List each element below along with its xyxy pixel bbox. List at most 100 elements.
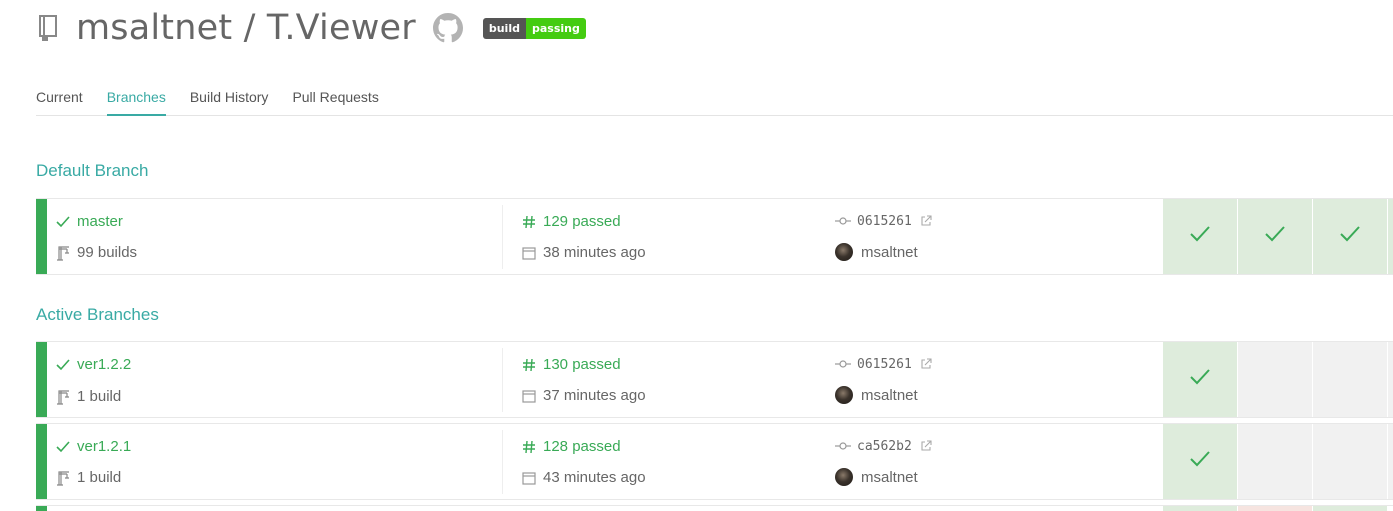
badge-value: passing [525, 17, 586, 39]
author-cell: msaltnet [835, 243, 918, 261]
badge-label: build [482, 17, 526, 39]
branch-name-cell[interactable]: master [55, 213, 123, 230]
check-icon [55, 357, 71, 373]
branch-name[interactable]: master [77, 213, 123, 230]
build-tile-fail[interactable] [1238, 506, 1312, 511]
crane-icon [55, 470, 71, 486]
build-tile-empty [1388, 342, 1393, 417]
hash-icon [521, 214, 537, 230]
crane-icon [55, 245, 71, 261]
repo-header: msaltnet / T.Viewer build passing [36, 6, 586, 50]
tab-bar: Current Branches Build History Pull Requ… [36, 84, 1393, 116]
build-time-cell: 38 minutes ago [521, 244, 646, 261]
build-tile-pass[interactable] [1163, 199, 1237, 274]
avatar [835, 386, 853, 404]
author-name: msaltnet [861, 386, 918, 404]
status-stripe [36, 506, 47, 511]
check-icon [1190, 226, 1210, 247]
author-cell: msaltnet [835, 386, 918, 404]
build-status-badge[interactable]: build passing [482, 17, 586, 39]
build-tile-pass[interactable] [1163, 424, 1237, 499]
commit-icon [835, 356, 851, 372]
builds-count: 99 builds [77, 244, 138, 261]
branch-row-master[interactable]: master 99 builds 129 passed 38 minutes a… [36, 198, 1393, 275]
commit-icon [835, 438, 851, 454]
build-tile-pass[interactable] [1163, 342, 1237, 417]
avatar [835, 243, 853, 261]
build-tile-pass[interactable] [1238, 199, 1312, 274]
status-stripe [36, 424, 47, 499]
default-branch-heading: Default Branch [36, 161, 149, 180]
build-tile-pass[interactable] [1313, 199, 1387, 274]
build-time: 43 minutes ago [543, 469, 646, 486]
build-tile-empty [1388, 424, 1393, 499]
build-time: 37 minutes ago [543, 387, 646, 404]
build-time: 38 minutes ago [543, 244, 646, 261]
builds-count: 1 build [77, 388, 122, 405]
check-icon [1190, 369, 1210, 390]
builds-count-cell: 1 build [55, 388, 121, 405]
check-icon [1265, 226, 1285, 247]
row-divider [502, 205, 503, 269]
calendar-icon [521, 388, 537, 404]
build-status-cell[interactable]: 128 passed [521, 438, 621, 455]
check-icon [55, 214, 71, 230]
commit-icon [835, 213, 851, 229]
build-time-cell: 43 minutes ago [521, 469, 646, 486]
branch-row-ver1-2-1[interactable]: ver1.2.1 1 build 128 passed 43 minutes a… [36, 423, 1393, 500]
author-name: msaltnet [861, 468, 918, 486]
build-time-cell: 37 minutes ago [521, 387, 646, 404]
calendar-icon [521, 470, 537, 486]
commit-sha[interactable]: 0615261 [857, 357, 912, 372]
check-icon [1340, 226, 1360, 247]
branch-name[interactable]: ver1.2.2 [77, 356, 131, 373]
build-tile-pass[interactable] [1313, 506, 1387, 511]
external-link-icon[interactable] [918, 356, 934, 372]
external-link-icon[interactable] [918, 213, 934, 229]
branch-name-cell[interactable]: ver1.2.2 [55, 356, 131, 373]
branch-name-cell[interactable]: ver1.2.1 [55, 438, 131, 455]
build-status[interactable]: 129 passed [543, 213, 621, 230]
status-stripe [36, 342, 47, 417]
build-status-cell[interactable]: 130 passed [521, 356, 621, 373]
branch-row-ver1-2-2[interactable]: ver1.2.2 1 build 130 passed 37 minutes a… [36, 341, 1393, 418]
branch-row-partial[interactable] [36, 505, 1393, 511]
tab-pull-requests[interactable]: Pull Requests [292, 84, 378, 116]
author-name: msaltnet [861, 243, 918, 261]
crane-icon [55, 389, 71, 405]
builds-count: 1 build [77, 469, 122, 486]
hash-icon [521, 357, 537, 373]
commit-sha[interactable]: 0615261 [857, 214, 912, 229]
calendar-icon [521, 245, 537, 261]
commit-cell[interactable]: 0615261 [835, 356, 940, 372]
commit-cell[interactable]: ca562b2 [835, 438, 940, 454]
hash-icon [521, 439, 537, 455]
commit-cell[interactable]: 0615261 [835, 213, 940, 229]
check-icon [55, 439, 71, 455]
active-branches-heading: Active Branches [36, 305, 159, 324]
builds-count-cell: 1 build [55, 469, 121, 486]
commit-sha[interactable]: ca562b2 [857, 439, 912, 454]
build-status[interactable]: 130 passed [543, 356, 621, 373]
repo-title[interactable]: msaltnet / T.Viewer [76, 8, 416, 48]
builds-count-cell: 99 builds [55, 244, 137, 261]
build-tile-empty [1313, 342, 1387, 417]
repo-icon [36, 13, 60, 43]
tab-current[interactable]: Current [36, 84, 83, 116]
status-stripe [36, 199, 47, 274]
avatar [835, 468, 853, 486]
build-tile-empty [1238, 424, 1312, 499]
build-status[interactable]: 128 passed [543, 438, 621, 455]
branch-name[interactable]: ver1.2.1 [77, 438, 131, 455]
build-tile-pass[interactable] [1163, 506, 1237, 511]
author-cell: msaltnet [835, 468, 918, 486]
external-link-icon[interactable] [918, 438, 934, 454]
check-icon [1190, 451, 1210, 472]
tab-branches[interactable]: Branches [106, 84, 166, 116]
tab-build-history[interactable]: Build History [190, 84, 269, 116]
build-tile-pass[interactable] [1388, 199, 1393, 274]
build-status-cell[interactable]: 129 passed [521, 213, 621, 230]
build-tile-empty [1313, 424, 1387, 499]
github-icon[interactable] [432, 12, 464, 44]
row-divider [502, 348, 503, 412]
